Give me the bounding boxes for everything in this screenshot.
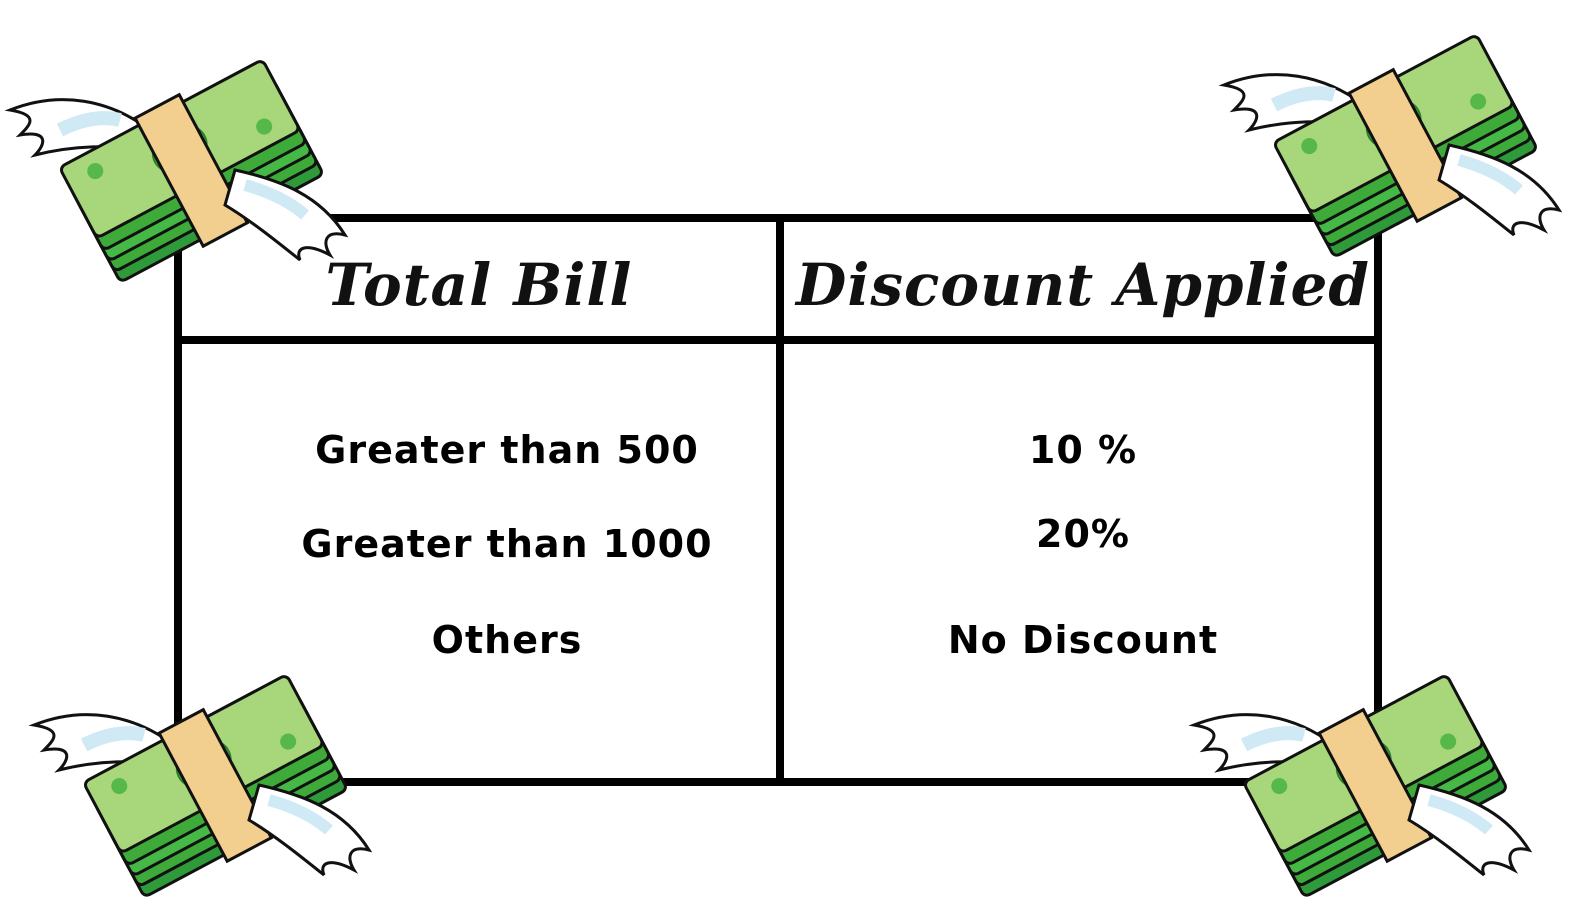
cell-discount-row-2: 20% xyxy=(1036,512,1130,556)
cell-bill-row-2: Greater than 1000 xyxy=(301,522,713,566)
flying-money-icon xyxy=(0,20,380,280)
flying-money-icon xyxy=(1214,0,1594,255)
flying-money-icon xyxy=(1184,635,1564,895)
column-divider xyxy=(776,222,784,778)
cell-discount-row-1: 10 % xyxy=(1028,428,1138,472)
cell-bill-row-1: Greater than 500 xyxy=(315,428,699,472)
header-divider xyxy=(182,336,1374,344)
flying-money-icon xyxy=(24,635,404,895)
